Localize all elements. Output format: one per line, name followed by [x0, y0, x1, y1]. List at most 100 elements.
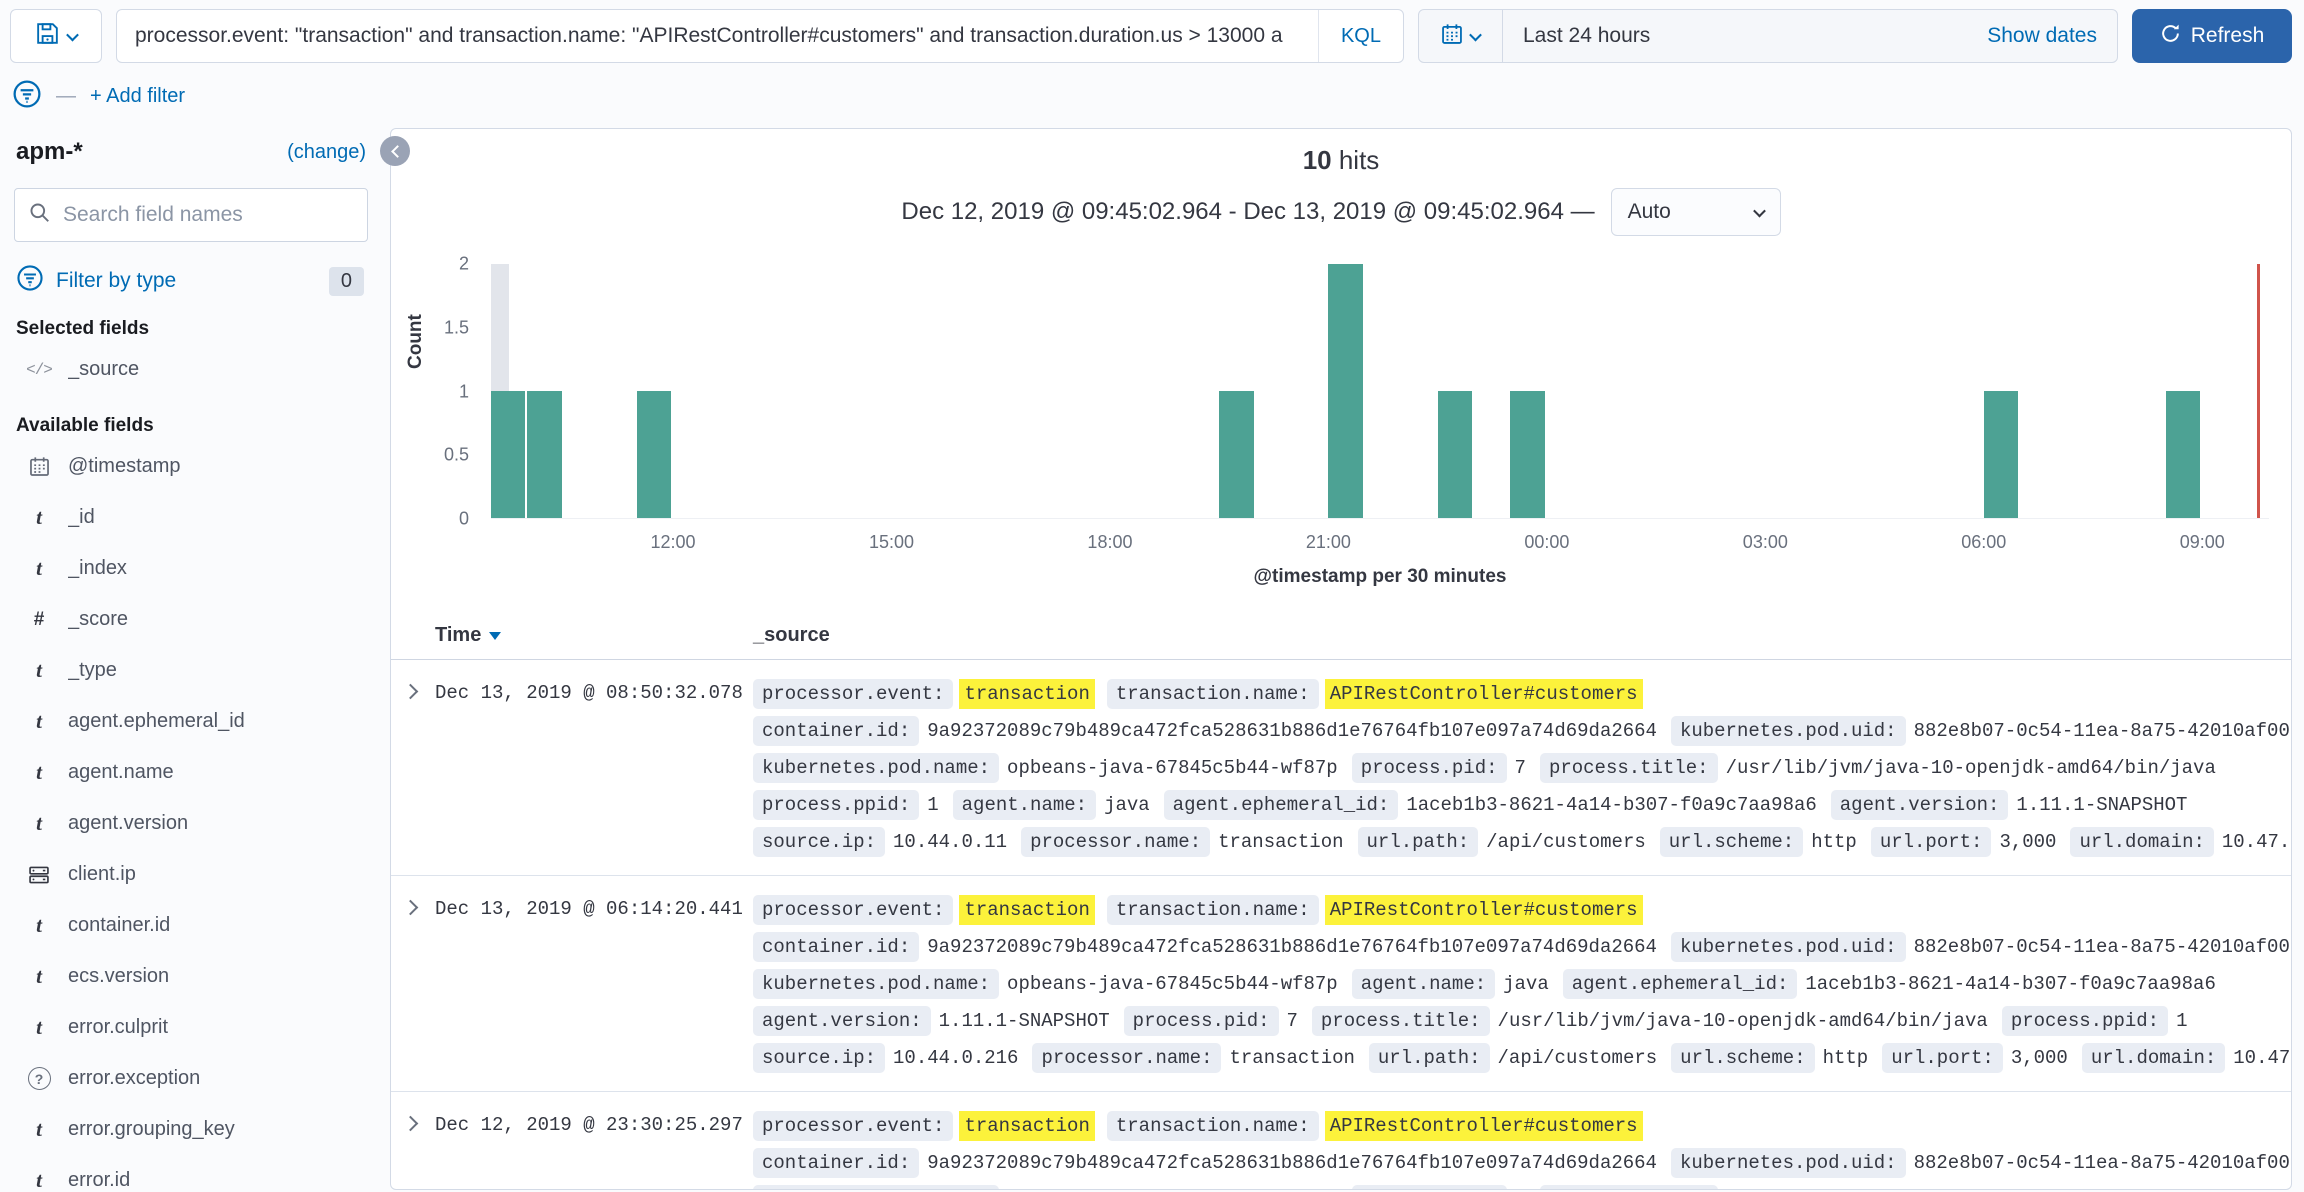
field-key: kubernetes.pod.name: [753, 969, 999, 999]
field-item-client.ip[interactable]: client.ip [14, 849, 368, 900]
string-icon: t [26, 556, 52, 581]
histogram-bar-Dec-12-11-30[interactable] [637, 391, 671, 518]
string-icon: t [26, 505, 52, 530]
field-value: 882e8b07-0c54-11ea-8a75-42010af00186 [1914, 720, 2291, 742]
table-row: Dec 13, 2019 @ 08:50:32.078processor.eve… [391, 660, 2291, 876]
field-value: 1aceb1b3-8621-4a14-b307-f0a9c7aa98a6 [1805, 973, 2215, 995]
histogram-bar-Dec-12-19-30[interactable] [1219, 391, 1253, 518]
source-column-header: _source [753, 624, 830, 646]
query-input-container: processor.event: "transaction" and trans… [116, 9, 1404, 63]
y-tick-label: 2 [459, 254, 469, 275]
current-time-marker [2257, 264, 2260, 518]
chart-plot-area[interactable] [491, 264, 2269, 519]
field-key: url.scheme: [1660, 827, 1803, 857]
show-dates-link[interactable]: Show dates [1987, 24, 2097, 48]
field-item-error.grouping_key[interactable]: terror.grouping_key [14, 1104, 368, 1155]
x-axis-title: @timestamp per 30 minutes [491, 566, 2269, 588]
histogram-bar-Dec-12-23-30[interactable] [1510, 391, 1544, 518]
field-name: container.id [68, 914, 170, 937]
add-filter-button[interactable]: + Add filter [90, 85, 185, 108]
time-range-label[interactable]: Last 24 hours [1523, 24, 1650, 48]
filter-by-type-button[interactable]: Filter by type [16, 264, 176, 298]
field-key: kubernetes.pod.uid: [1671, 1148, 1906, 1178]
x-tick-label: 03:00 [1743, 532, 1788, 553]
collapse-sidebar-button[interactable] [380, 136, 410, 166]
field-key: processor.event: [753, 1111, 953, 1141]
string-icon: t [26, 964, 52, 989]
field-item-error.exception[interactable]: ?error.exception [14, 1053, 368, 1104]
field-value: /usr/lib/jvm/java-10-openjdk-amd64/bin/j… [1498, 1010, 1988, 1032]
field-value: 882e8b07-0c54-11ea-8a75-42010af00186 [1914, 936, 2291, 958]
field-key: container.id: [753, 932, 919, 962]
histogram-bar-Dec-12-21-00[interactable] [1328, 264, 1362, 518]
field-value: /usr/lib/jvm/java-10-openjdk-amd64/bin/j… [1726, 757, 2216, 779]
field-name: _type [68, 659, 117, 682]
index-pattern-title: apm-* [16, 138, 83, 166]
expand-row-button[interactable] [391, 676, 435, 861]
sort-descending-icon [489, 632, 501, 640]
date-picker-quick-menu[interactable] [1419, 10, 1503, 62]
field-item-_score[interactable]: #_score [14, 594, 368, 645]
filter-bar: — + Add filter [0, 63, 2304, 124]
kql-language-button[interactable]: KQL [1318, 10, 1403, 62]
query-input[interactable]: processor.event: "transaction" and trans… [117, 10, 1318, 62]
date-range-display[interactable]: Last 24 hours Show dates [1503, 10, 2117, 62]
interval-select[interactable]: Auto [1611, 188, 1781, 236]
available-fields-list: @timestampt_idt_index#_scoret_typetagent… [14, 441, 368, 1192]
string-icon: t [26, 760, 52, 785]
x-tick-label: 18:00 [1087, 532, 1132, 553]
field-value: opbeans-java-67845c5b44-wf87p [1007, 757, 1338, 779]
histogram-bar-Dec-13-08-30[interactable] [2166, 391, 2200, 518]
date-picker: Last 24 hours Show dates [1418, 9, 2118, 63]
field-name: ecs.version [68, 965, 169, 988]
search-field-names-input[interactable] [63, 203, 353, 227]
field-value: opbeans-java-67845c5b44-wf87p [1007, 973, 1338, 995]
field-item-_index[interactable]: t_index [14, 543, 368, 594]
interval-value: Auto [1628, 200, 1671, 224]
field-item-error.id[interactable]: terror.id [14, 1155, 368, 1192]
row-source: processor.event:transactiontransaction.n… [753, 676, 2291, 861]
x-tick-label: 09:00 [2180, 532, 2225, 553]
field-item-@timestamp[interactable]: @timestamp [14, 441, 368, 492]
field-key: url.domain: [2082, 1043, 2225, 1073]
field-key: agent.version: [753, 1006, 931, 1036]
field-item-error.culprit[interactable]: terror.culprit [14, 1002, 368, 1053]
field-key: agent.ephemeral_id: [1164, 790, 1399, 820]
field-item-agent.version[interactable]: tagent.version [14, 798, 368, 849]
field-name: error.grouping_key [68, 1118, 235, 1141]
refresh-icon [2160, 23, 2181, 50]
field-key: process.title: [1540, 1185, 1718, 1190]
change-index-pattern-link[interactable]: (change) [287, 141, 366, 164]
histogram-bar-Dec-13-06-00[interactable] [1984, 391, 2018, 518]
fields-sidebar: apm-* (change) Filter by type [10, 128, 390, 1192]
refresh-button[interactable]: Refresh [2132, 9, 2292, 63]
field-item-_id[interactable]: t_id [14, 492, 368, 543]
field-key: url.scheme: [1671, 1043, 1814, 1073]
field-name: _score [68, 608, 128, 631]
row-timestamp: Dec 12, 2019 @ 23:30:25.297 [435, 1108, 753, 1190]
histogram-bar-Dec-12-10-00[interactable] [527, 391, 561, 518]
field-item-_source[interactable]: </>_source [14, 344, 368, 395]
field-item-_type[interactable]: t _type [14, 645, 368, 696]
expand-row-button[interactable] [391, 892, 435, 1077]
filter-icon[interactable] [12, 79, 42, 114]
filter-dash: — [56, 85, 76, 108]
field-item-container.id[interactable]: tcontainer.id [14, 900, 368, 951]
expand-row-button[interactable] [391, 1108, 435, 1190]
field-value-highlighted: transaction [959, 1111, 1094, 1141]
saved-query-menu-button[interactable] [10, 9, 102, 63]
field-item-ecs.version[interactable]: t ecs.version [14, 951, 368, 1002]
field-value: 7 [1515, 757, 1526, 779]
histogram-bar-Dec-12-09-30[interactable] [491, 391, 525, 518]
field-value: 10.44.0.11 [893, 831, 1007, 853]
string-icon: t [26, 658, 52, 683]
field-value: 9a92372089c79b489ca472fca528631b886d1e76… [927, 936, 1657, 958]
field-value: java [1104, 794, 1150, 816]
x-tick-label: 00:00 [1524, 532, 1569, 553]
time-column-header[interactable]: Time [435, 624, 501, 647]
field-key: process.ppid: [2002, 1006, 2168, 1036]
field-item-agent.ephemeral_id[interactable]: tagent.ephemeral_id [14, 696, 368, 747]
histogram-bar-Dec-12-22-30[interactable] [1438, 391, 1472, 518]
field-item-agent.name[interactable]: tagent.name [14, 747, 368, 798]
chevron-down-icon [1753, 204, 1766, 217]
